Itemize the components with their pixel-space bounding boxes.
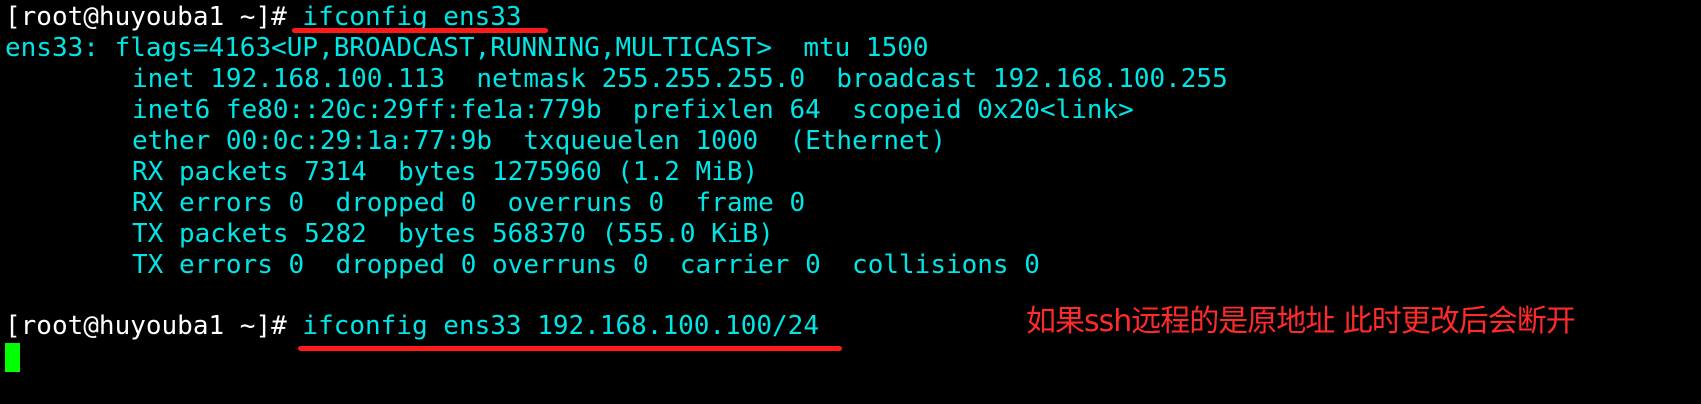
shell-prompt: [root@huyouba1 ~]# <box>5 2 287 32</box>
output-line: RX errors 0 dropped 0 overruns 0 frame 0 <box>132 188 806 218</box>
output-line: ether 00:0c:29:1a:77:9b txqueuelen 1000 … <box>132 126 946 156</box>
command-line-2: [root@huyouba1 ~]# ifconfig ens33 192.16… <box>5 311 819 342</box>
output-line: ens33: flags=4163<UP,BROADCAST,RUNNING,M… <box>5 33 929 63</box>
output-line: inet 192.168.100.113 netmask 255.255.255… <box>132 64 1228 94</box>
output-line: RX packets 7314 bytes 1275960 (1.2 MiB) <box>132 157 759 187</box>
annotation-note: 如果ssh远程的是原地址 此时更改后会断开 <box>1026 304 1576 339</box>
output-line: inet6 fe80::20c:29ff:fe1a:779b prefixlen… <box>132 95 1134 125</box>
command-text: ifconfig ens33 192.168.100.100/24 <box>286 311 819 341</box>
red-underline-annotation <box>298 346 842 351</box>
terminal-window[interactable]: [root@huyouba1 ~]# ifconfig ens33 ens33:… <box>0 0 1701 404</box>
output-line: TX errors 0 dropped 0 overruns 0 carrier… <box>132 250 1040 280</box>
terminal-cursor <box>5 343 20 372</box>
output-line: TX packets 5282 bytes 568370 (555.0 KiB) <box>132 219 774 249</box>
shell-prompt: [root@huyouba1 ~]# <box>5 311 287 341</box>
